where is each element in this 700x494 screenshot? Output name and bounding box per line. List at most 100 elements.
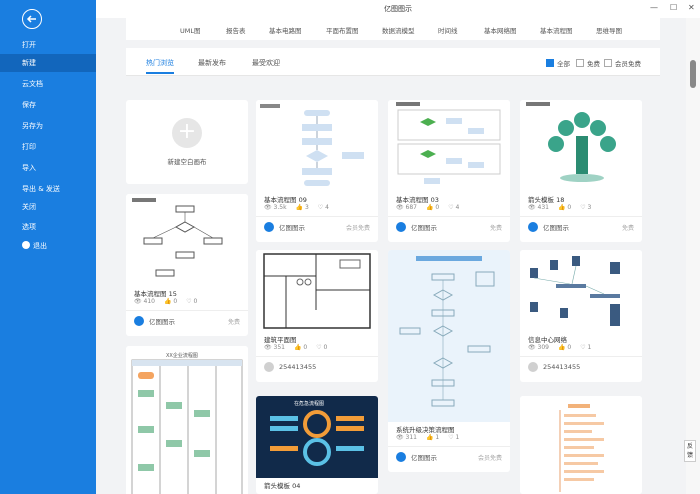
tab-hot[interactable]: 热门浏览 (146, 58, 174, 74)
divider (256, 216, 378, 217)
back-button[interactable] (22, 9, 42, 29)
like-icon: 👍 0 (425, 204, 440, 211)
new-blank-canvas-card[interactable]: + 新建空白画布 (126, 100, 248, 184)
price-badge: 免费 (489, 225, 502, 232)
favs-count: 1 (455, 434, 460, 441)
template-author: 亿图图示 (396, 452, 437, 462)
views-count: 3.5k (273, 204, 287, 211)
checkbox-icon (576, 59, 584, 67)
sidebar-item-label: 打印 (22, 143, 36, 151)
feedback-button[interactable]: 反馈 (684, 440, 696, 462)
template-author: 254413455 (264, 362, 316, 372)
like-icon: 👍 0 (557, 204, 572, 211)
vertical-scrollbar[interactable] (686, 18, 700, 494)
views-icon: 👁 309 (528, 344, 549, 351)
favorite-icon: ♡ 4 (448, 204, 460, 211)
edraw-logo-icon (134, 316, 144, 326)
edraw-logo-icon (396, 452, 406, 462)
close-button[interactable]: ✕ (688, 3, 695, 12)
favorite-icon: ♡ 0 (316, 344, 328, 351)
template-card[interactable]: 基本流程图 09 👁 3.5k 👍 3 ♡ 4 亿图图示 会员免费 (256, 100, 378, 242)
author-name: 254413455 (279, 363, 317, 371)
sidebar-item-export[interactable]: 导出 & 发送 (0, 180, 96, 198)
category-network[interactable]: 基本网络图 (484, 25, 517, 35)
sidebar-item-close[interactable]: 关闭 (0, 198, 96, 216)
minimize-button[interactable]: — (650, 3, 658, 12)
filter-all-checkbox[interactable]: 全部 (546, 58, 570, 68)
template-stats: 👁 410 👍 0 ♡ 0 (134, 298, 197, 305)
edraw-logo-icon (528, 222, 538, 232)
template-name: 基本流程图 15 (134, 290, 177, 298)
template-name: 基本流程图 09 (264, 196, 307, 204)
edraw-logo-icon (264, 222, 274, 232)
maximize-button[interactable]: ☐ (670, 3, 677, 12)
template-thumbnail (520, 250, 642, 332)
likes-count: 0 (567, 204, 572, 211)
template-name: 信息中心网络 (528, 336, 567, 344)
template-card[interactable]: 箭头模板 18 👁 431 👍 0 ♡ 3 亿图图示 免费 (520, 100, 642, 242)
price-badge: 会员免费 (345, 225, 370, 232)
divider (388, 446, 510, 447)
checkbox-icon (604, 59, 612, 67)
template-thumbnail (256, 100, 378, 192)
category-flowchart[interactable]: 基本流程图 (540, 25, 573, 35)
template-card[interactable] (520, 396, 642, 494)
category-mindmap[interactable]: 思维导图 (596, 25, 622, 35)
sidebar-item-options[interactable]: 选项 (0, 218, 96, 236)
sidebar-item-label: 退出 (33, 242, 47, 250)
filter-free-checkbox[interactable]: 免费 (576, 58, 600, 68)
divider (126, 310, 248, 311)
likes-count: 0 (303, 344, 308, 351)
filter-member-checkbox[interactable]: 会员免费 (604, 58, 641, 68)
tab-latest[interactable]: 最新发布 (198, 58, 226, 68)
views-icon: 👁 687 (396, 204, 417, 211)
category-bar: UML图 报告表 基本电路图 平面布置图 数据流模型 时间线 基本网络图 基本流… (126, 18, 660, 40)
template-card[interactable]: 信息中心网络 👁 309 👍 0 ♡ 1 254413455 (520, 250, 642, 382)
sidebar-item-exit[interactable]: 退出 (0, 237, 96, 255)
plus-icon: + (172, 118, 202, 148)
sidebar-item-cloud[interactable]: 云文档 (0, 75, 96, 93)
template-author: 亿图图示 (264, 222, 305, 232)
sidebar-item-save[interactable]: 保存 (0, 96, 96, 114)
likes-count: 3 (304, 204, 309, 211)
filter-bar: 热门浏览 最新发布 最受欢迎 全部 免费 会员免费 (126, 48, 660, 76)
template-author: 亿图图示 (134, 316, 175, 326)
template-name: 基本流程图 03 (396, 196, 439, 204)
sidebar-item-print[interactable]: 打印 (0, 138, 96, 156)
category-report[interactable]: 报告表 (226, 25, 246, 35)
category-floor[interactable]: 平面布置图 (326, 25, 359, 35)
likes-count: 0 (567, 344, 572, 351)
template-card[interactable]: XX企业流程图 (126, 346, 248, 494)
sidebar-item-new[interactable]: 新建 (0, 54, 96, 72)
like-icon: 👍 1 (425, 434, 440, 441)
sidebar-item-open[interactable]: 打开 (0, 36, 96, 54)
sidebar-item-import[interactable]: 导入 (0, 159, 96, 177)
template-name: 系统升级决策流程图 (396, 426, 455, 434)
template-card[interactable]: 建筑平面图 👁 351 👍 0 ♡ 0 254413455 (256, 250, 378, 382)
template-stats: 👁 311 👍 1 ♡ 1 (396, 434, 459, 441)
template-card[interactable]: 基本流程图 15 👁 410 👍 0 ♡ 0 亿图图示 免费 (126, 194, 248, 336)
template-thumbnail (520, 100, 642, 192)
favorite-icon: ♡ 1 (448, 434, 460, 441)
views-count: 311 (405, 434, 417, 441)
tab-popular[interactable]: 最受欢迎 (252, 58, 280, 68)
sidebar-item-label: 导入 (22, 164, 36, 172)
window-title: 亿图图示 (384, 5, 412, 13)
sidebar-item-save-as[interactable]: 另存为 (0, 117, 96, 135)
template-card[interactable]: 在危急流程图 箭头模板 04 (256, 396, 378, 494)
author-name: 亿图图示 (543, 224, 569, 232)
like-icon: 👍 3 (295, 204, 309, 211)
category-circuit[interactable]: 基本电路图 (269, 25, 302, 35)
category-uml[interactable]: UML图 (180, 25, 201, 35)
template-author: 254413455 (528, 362, 580, 372)
category-timeline[interactable]: 时间线 (438, 25, 458, 35)
category-dataflow[interactable]: 数据流模型 (382, 25, 415, 35)
template-card[interactable]: 基本流程图 03 👁 687 👍 0 ♡ 4 亿图图示 免费 (388, 100, 510, 242)
like-icon: 👍 0 (557, 344, 572, 351)
template-card[interactable]: 系统升级决策流程图 👁 311 👍 1 ♡ 1 亿图图示 会员免费 (388, 250, 510, 472)
favs-count: 4 (455, 204, 460, 211)
author-name: 亿图图示 (411, 454, 437, 462)
scrollbar-thumb[interactable] (690, 60, 696, 88)
favs-count: 3 (587, 204, 592, 211)
views-icon: 👁 410 (134, 298, 155, 305)
